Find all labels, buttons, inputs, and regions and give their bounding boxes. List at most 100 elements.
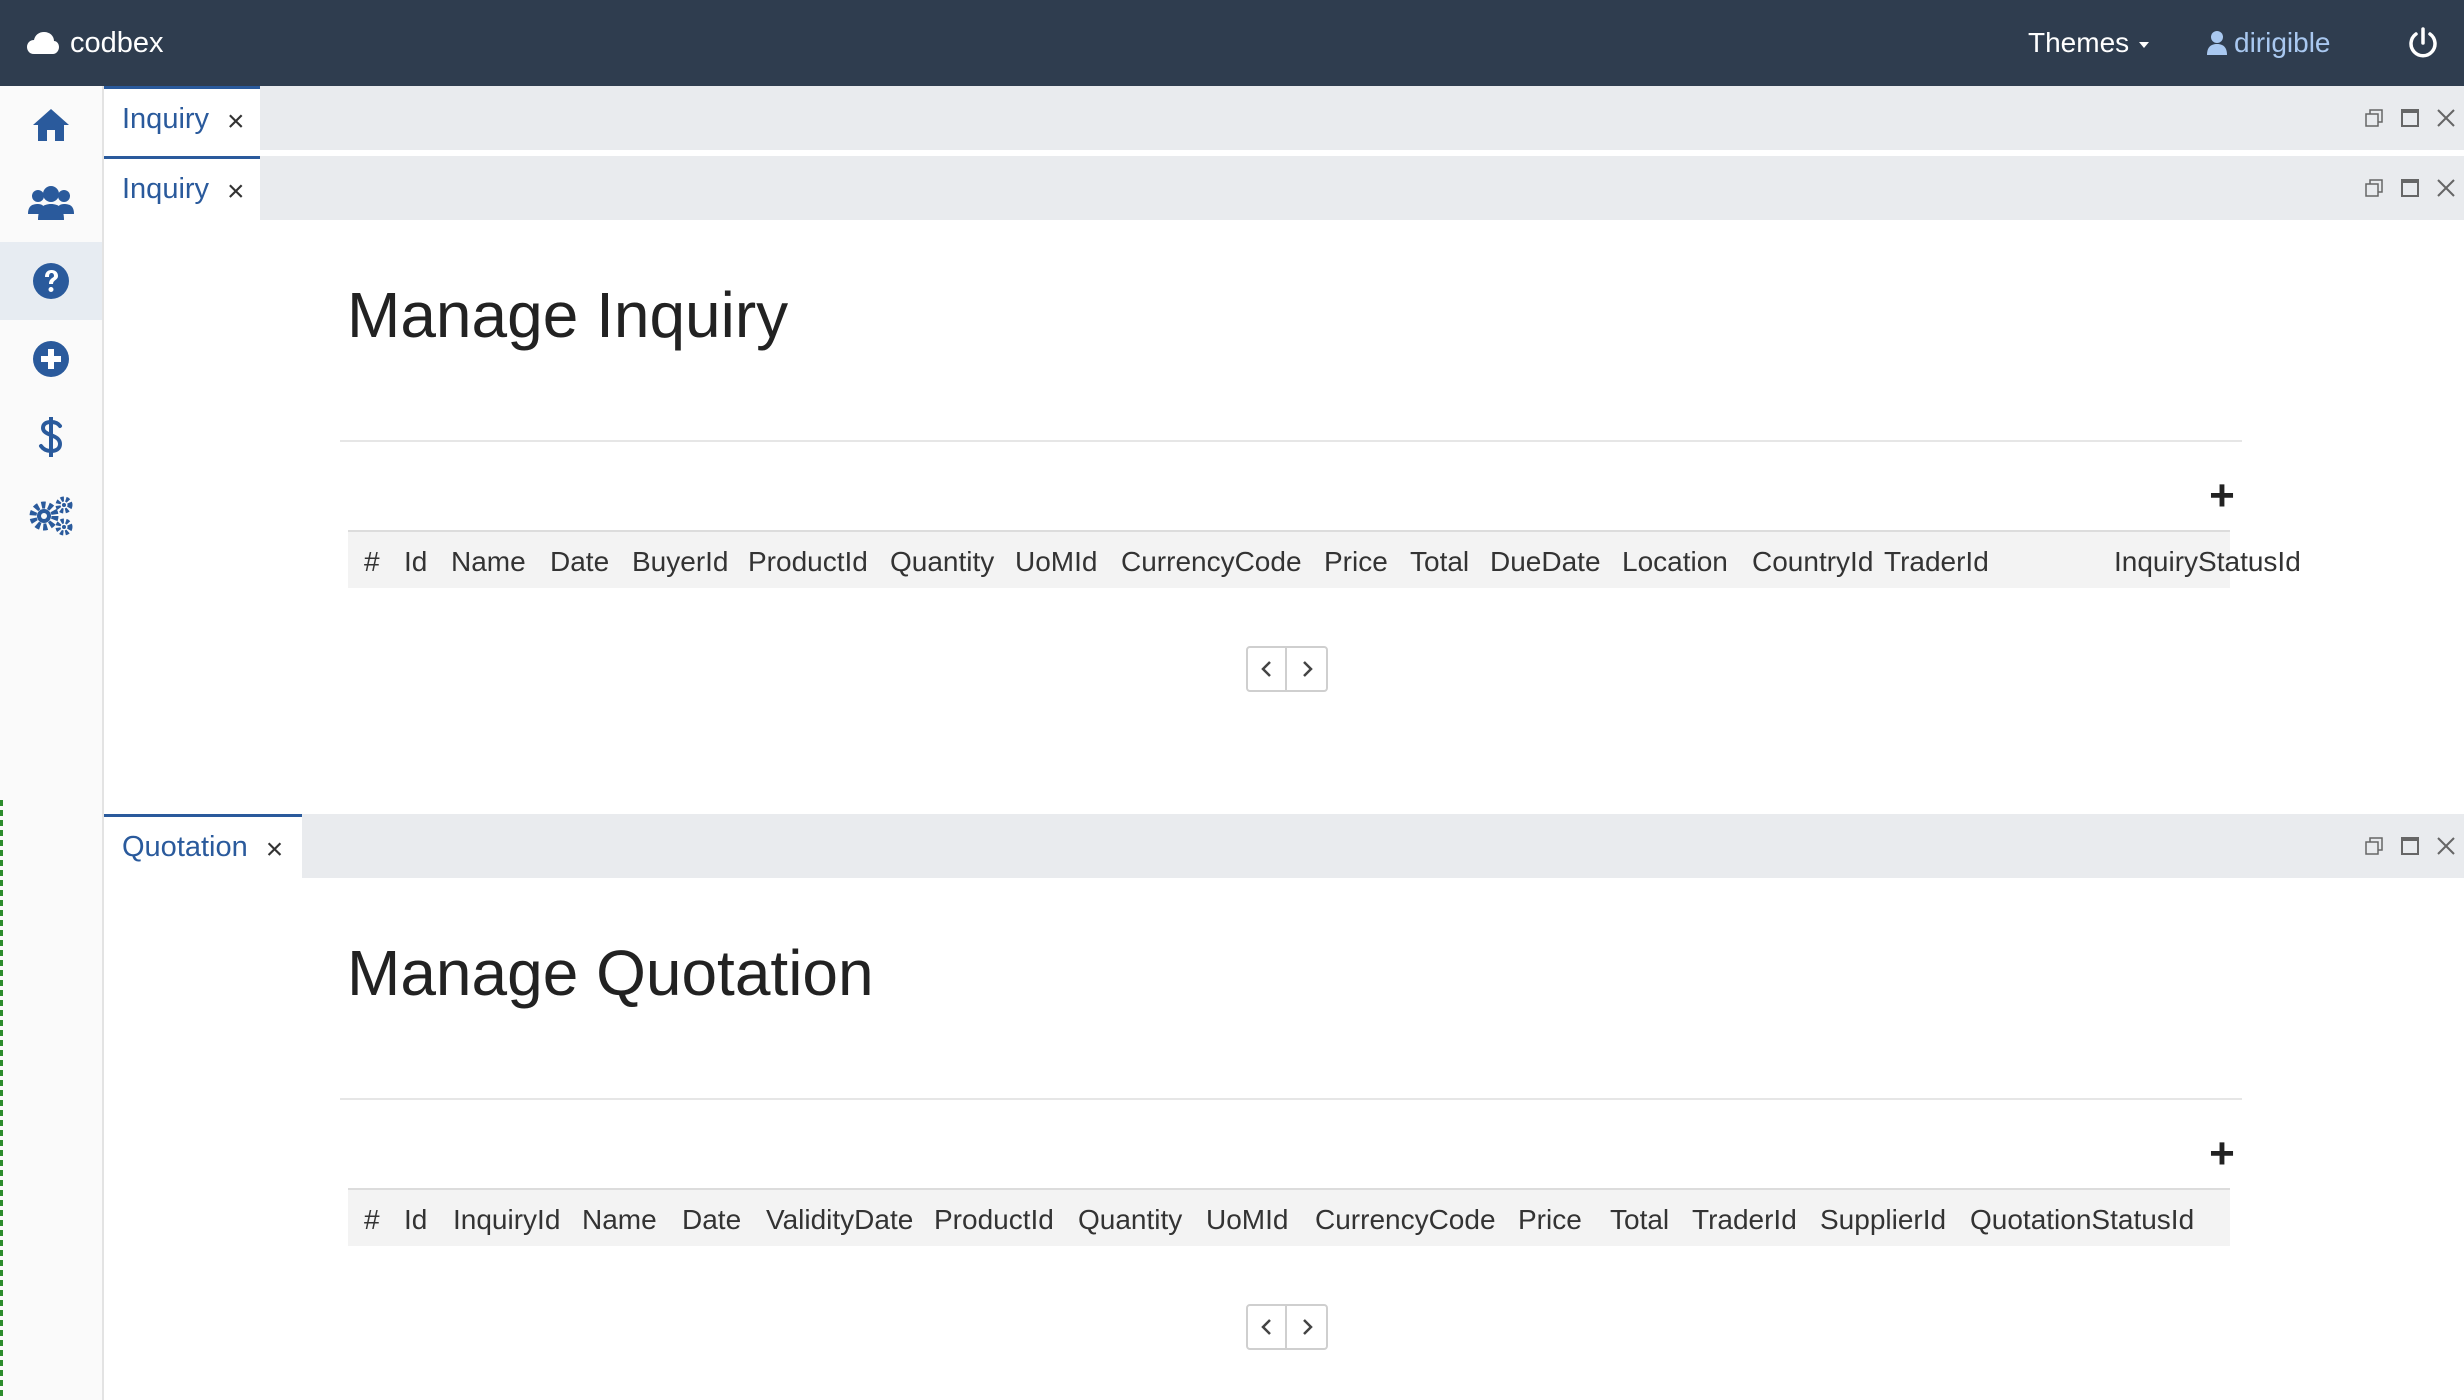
column-header: CurrencyCode	[1121, 546, 1302, 577]
column-header: ProductId	[934, 1204, 1054, 1235]
tab-quotation[interactable]: Quotation ×	[104, 814, 302, 878]
window-controls	[2356, 86, 2464, 150]
restore-button[interactable]	[2356, 100, 2392, 136]
sidebar-item-finance[interactable]	[0, 398, 102, 476]
column-header: Total	[1610, 1204, 1670, 1235]
column-header: Id	[404, 1204, 428, 1235]
close-button[interactable]	[2428, 100, 2464, 136]
close-button[interactable]	[2428, 170, 2464, 206]
chevron-right-icon	[1302, 661, 1313, 677]
close-icon	[2437, 109, 2455, 127]
maximize-icon	[2401, 179, 2419, 197]
column-header: Id	[404, 546, 428, 577]
tab-inquiry[interactable]: Inquiry ×	[104, 156, 260, 220]
sidebar	[0, 86, 104, 1400]
column-header: DueDate	[1490, 546, 1601, 577]
users-icon	[28, 186, 74, 220]
logout-button[interactable]	[2404, 24, 2442, 62]
brand-link[interactable]: codbex	[26, 22, 164, 64]
user-icon	[2207, 31, 2227, 55]
restore-icon	[2365, 109, 2383, 127]
window-controls	[2356, 156, 2464, 220]
top-navbar: codbex Themes dirigible	[0, 0, 2464, 86]
sidebar-item-home[interactable]	[0, 86, 102, 164]
question-circle-icon	[33, 263, 69, 299]
column-header: TraderId	[1884, 546, 1989, 577]
column-header: Quantity	[890, 546, 995, 577]
cogs-icon	[29, 496, 73, 536]
column-header: ValidityDate	[766, 1204, 914, 1235]
previous-page-button[interactable]	[1248, 648, 1288, 690]
inquiry-panel: Manage Inquiry + # Id Name Date BuyerId …	[104, 220, 2464, 804]
column-header: Name	[451, 546, 526, 577]
restore-button[interactable]	[2356, 828, 2392, 864]
page-title: Manage Quotation	[347, 937, 874, 1009]
previous-page-button[interactable]	[1248, 1306, 1288, 1348]
pagination	[1246, 646, 1328, 692]
plus-circle-icon	[33, 341, 69, 377]
close-button[interactable]	[2428, 828, 2464, 864]
chevron-left-icon	[1260, 661, 1271, 677]
add-inquiry-button[interactable]: +	[2202, 471, 2242, 520]
home-icon	[33, 109, 69, 141]
cloud-icon	[27, 32, 59, 54]
maximize-icon	[2401, 109, 2419, 127]
inquiry-tabbar: Inquiry ×	[104, 156, 2464, 220]
tab-outer-inquiry[interactable]: Inquiry ×	[104, 86, 260, 150]
next-page-button[interactable]	[1287, 1306, 1326, 1348]
column-header: #	[364, 1204, 380, 1235]
tab-label: Inquiry	[122, 103, 210, 135]
column-header: Total	[1410, 546, 1470, 577]
user-name: dirigible	[2234, 27, 2331, 58]
maximize-button[interactable]	[2392, 170, 2428, 206]
table-header: # Id InquiryId Name Date ValidityDate Pr…	[348, 1188, 2230, 1246]
column-header: Price	[1518, 1204, 1582, 1235]
restore-button[interactable]	[2356, 170, 2392, 206]
column-header: Price	[1324, 546, 1388, 577]
tab-label: Quotation	[122, 831, 248, 863]
maximize-icon	[2401, 837, 2419, 855]
quotation-tabbar: Quotation ×	[104, 814, 2464, 878]
themes-dropdown[interactable]: Themes	[2028, 22, 2150, 64]
column-header: CountryId	[1752, 546, 1874, 577]
column-header: Date	[550, 546, 610, 577]
page-title: Manage Inquiry	[347, 279, 789, 351]
column-header: #	[364, 546, 380, 577]
user-menu[interactable]: dirigible	[2206, 22, 2331, 64]
table-header: # Id Name Date BuyerId ProductId Quantit…	[348, 530, 2301, 588]
close-icon[interactable]: ×	[227, 176, 245, 207]
column-header: CurrencyCode	[1315, 1204, 1496, 1235]
power-icon	[2409, 27, 2437, 58]
sidebar-item-inquiry[interactable]	[0, 242, 102, 320]
column-header: Quantity	[1078, 1204, 1183, 1235]
sidebar-item-users[interactable]	[0, 164, 102, 242]
column-header: BuyerId	[632, 546, 729, 577]
column-header: UoMId	[1015, 546, 1098, 577]
sidebar-item-add[interactable]	[0, 320, 102, 398]
title-divider	[340, 1098, 2242, 1100]
column-header: ProductId	[748, 546, 868, 577]
caret-down-icon	[2139, 42, 2150, 48]
chevron-left-icon	[1260, 1319, 1271, 1335]
title-divider	[340, 440, 2242, 442]
outer-tabbar: Inquiry ×	[104, 86, 2464, 150]
themes-label: Themes	[2028, 27, 2130, 58]
pagination	[1246, 1304, 1328, 1350]
close-icon[interactable]: ×	[266, 834, 284, 865]
column-header: SupplierId	[1820, 1204, 1947, 1235]
column-header: TraderId	[1692, 1204, 1797, 1235]
column-header: InquiryId	[453, 1204, 561, 1235]
maximize-button[interactable]	[2392, 100, 2428, 136]
dollar-icon	[39, 417, 63, 457]
column-header: UoMId	[1206, 1204, 1289, 1235]
next-page-button[interactable]	[1287, 648, 1326, 690]
column-header: InquiryStatusId	[2114, 546, 2301, 577]
chevron-right-icon	[1302, 1319, 1313, 1335]
close-icon[interactable]: ×	[227, 106, 245, 137]
close-icon	[2437, 837, 2455, 855]
column-header: QuotationStatusId	[1970, 1204, 2195, 1235]
window-controls	[2356, 814, 2464, 878]
sidebar-item-settings[interactable]	[0, 476, 102, 554]
add-quotation-button[interactable]: +	[2202, 1129, 2242, 1178]
maximize-button[interactable]	[2392, 828, 2428, 864]
